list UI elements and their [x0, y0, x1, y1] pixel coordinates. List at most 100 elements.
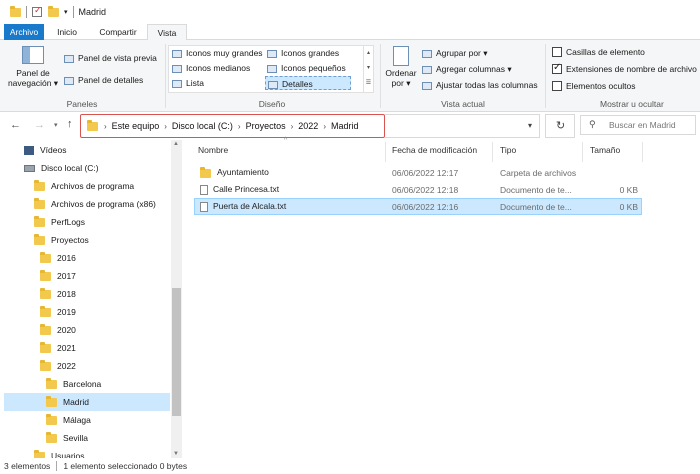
- column-header-tamano[interactable]: Tamaño: [590, 145, 620, 155]
- ribbon: Panel de navegación ▾ Panel de vista pre…: [0, 40, 700, 112]
- fit-columns-button[interactable]: Ajustar todas las columnas: [422, 80, 538, 90]
- folder-icon: [46, 377, 57, 389]
- address-dropdown-icon[interactable]: ▾: [528, 121, 532, 130]
- layout-large-icons[interactable]: Iconos grandes: [267, 48, 339, 58]
- sidebar-item-2022[interactable]: 2022: [40, 357, 76, 375]
- folder-icon: [40, 359, 51, 371]
- ribbon-tabs: Archivo Inicio Compartir Vista: [0, 24, 700, 41]
- properties-icon[interactable]: ✓: [32, 5, 42, 17]
- quick-access-dropdown-icon[interactable]: ▾: [64, 8, 68, 16]
- video-icon: [24, 145, 34, 155]
- sort-by-icon: [393, 46, 409, 66]
- table-row-selected[interactable]: Puerta de Alcala.txt 06/06/2022 12:16 Do…: [194, 198, 642, 215]
- group-by-icon: [422, 49, 432, 58]
- add-columns-button[interactable]: Agregar columnas ▾: [422, 64, 512, 75]
- file-extensions-label: Extensiones de nombre de archivo: [566, 64, 697, 74]
- item-checkboxes-checkbox[interactable]: [552, 47, 562, 57]
- sidebar-item-usuarios[interactable]: Usuarios: [34, 447, 85, 458]
- sidebar-item-archivos-programa[interactable]: Archivos de programa: [34, 177, 134, 195]
- sidebar-item-videos[interactable]: Vídeos: [24, 141, 66, 159]
- layout-medium-icons[interactable]: Iconos medianos: [172, 63, 250, 73]
- large-icons-icon: [267, 49, 277, 58]
- breadcrumb-madrid[interactable]: Madrid: [331, 121, 359, 131]
- breadcrumb-disco-local[interactable]: Disco local (C:): [172, 121, 233, 131]
- layout-details[interactable]: Detalles: [265, 76, 351, 90]
- folder-icon: [10, 5, 21, 17]
- breadcrumb-este-equipo[interactable]: Este equipo: [112, 121, 160, 131]
- column-header-fecha[interactable]: Fecha de modificación: [392, 145, 477, 155]
- breadcrumb-2022[interactable]: 2022: [298, 121, 318, 131]
- column-header-tipo[interactable]: Tipo: [500, 145, 516, 155]
- status-item-count: 3 elementos: [4, 461, 51, 471]
- search-box[interactable]: ⚲ Buscar en Madrid: [580, 115, 696, 135]
- preview-pane-button[interactable]: Panel de vista previa: [64, 53, 157, 63]
- up-arrow-icon[interactable]: ↑: [67, 118, 73, 130]
- tab-archivo[interactable]: Archivo: [4, 24, 44, 40]
- breadcrumb[interactable]: › Este equipo › Disco local (C:) › Proye…: [80, 114, 385, 138]
- hidden-items-checkbox[interactable]: [552, 81, 562, 91]
- navigation-pane-label-1: Panel de: [16, 68, 50, 78]
- sidebar-item-2017[interactable]: 2017: [40, 267, 76, 285]
- back-arrow-icon[interactable]: ←: [10, 119, 21, 131]
- chevron-right-icon: ›: [323, 121, 326, 131]
- address-bar-extension[interactable]: [385, 114, 540, 138]
- table-row[interactable]: Calle Princesa.txt 06/06/2022 12:18 Docu…: [194, 181, 642, 198]
- sidebar-item-barcelona[interactable]: Barcelona: [46, 375, 101, 393]
- search-input[interactable]: Buscar en Madrid: [609, 120, 676, 130]
- forward-arrow-icon[interactable]: →: [34, 119, 45, 131]
- breadcrumb-proyectos[interactable]: Proyectos: [246, 121, 286, 131]
- details-icon: [268, 80, 278, 89]
- sidebar-item-2018[interactable]: 2018: [40, 285, 76, 303]
- tab-compartir[interactable]: Compartir: [92, 24, 144, 40]
- sidebar-item-malaga[interactable]: Málaga: [46, 411, 91, 429]
- navigation-pane-icon: [22, 46, 44, 64]
- details-pane-button[interactable]: Panel de detalles: [64, 75, 143, 85]
- navigation-pane-button[interactable]: Panel de navegación ▾: [6, 44, 60, 96]
- sidebar-item-2019[interactable]: 2019: [40, 303, 76, 321]
- file-name-cell: Calle Princesa.txt: [200, 184, 279, 195]
- sidebar-item-archivos-programa-x86[interactable]: Archivos de programa (x86): [34, 195, 156, 213]
- layout-very-large-icons[interactable]: Iconos muy grandes: [172, 48, 263, 58]
- status-bar: 3 elementos 1 elemento seleccionado 0 by…: [0, 458, 700, 474]
- refresh-icon: ↻: [556, 120, 566, 132]
- status-selection: 1 elemento seleccionado 0 bytes: [63, 461, 188, 471]
- scroll-up-icon[interactable]: ▲: [173, 141, 179, 147]
- recent-locations-icon[interactable]: ▾: [54, 121, 58, 129]
- layout-gallery: Iconos muy grandes Iconos grandes Iconos…: [168, 45, 374, 93]
- sidebar-item-proyectos[interactable]: Proyectos: [34, 231, 89, 249]
- sidebar-item-2016[interactable]: 2016: [40, 249, 76, 267]
- group-label-paneles: Paneles: [66, 99, 98, 109]
- folder-icon: [40, 287, 51, 299]
- scroll-down-icon[interactable]: ▼: [173, 451, 179, 457]
- table-row[interactable]: Ayuntamiento 06/06/2022 12:17 Carpeta de…: [194, 164, 642, 181]
- group-label-mostrar: Mostrar u ocultar: [600, 99, 664, 109]
- column-header-nombre[interactable]: Nombre: [198, 145, 228, 155]
- folder-icon: [34, 179, 45, 191]
- layout-list[interactable]: Lista: [172, 78, 204, 88]
- navigation-pane: Vídeos Disco local (C:) Archivos de prog…: [0, 140, 182, 458]
- layout-scroll[interactable]: ▴ ▾ ☰: [363, 46, 373, 92]
- sort-by-label-1: Ordenar: [385, 68, 417, 78]
- sidebar-item-2021[interactable]: 2021: [40, 339, 76, 357]
- new-folder-icon[interactable]: [48, 5, 59, 17]
- sort-by-button[interactable]: Ordenar por ▾: [384, 44, 418, 96]
- sidebar-item-sevilla[interactable]: Sevilla: [46, 429, 88, 447]
- fit-columns-icon: [422, 81, 432, 90]
- tab-inicio[interactable]: Inicio: [48, 24, 86, 40]
- chevron-right-icon: ›: [164, 121, 167, 131]
- folder-icon: [40, 269, 51, 281]
- sidebar-item-2020[interactable]: 2020: [40, 321, 76, 339]
- layout-small-icons[interactable]: Iconos pequeños: [267, 63, 346, 73]
- item-checkboxes-label: Casillas de elemento: [566, 47, 645, 57]
- tab-vista[interactable]: Vista: [147, 24, 187, 41]
- title-bar: ✓ ▾ Madrid: [0, 0, 700, 24]
- sidebar-item-madrid[interactable]: Madrid: [4, 393, 170, 411]
- file-extensions-checkbox[interactable]: [552, 62, 562, 74]
- sidebar-item-perflogs[interactable]: PerfLogs: [34, 213, 85, 231]
- refresh-button[interactable]: ↻: [545, 114, 575, 138]
- sidebar-item-disco-local[interactable]: Disco local (C:): [24, 159, 99, 177]
- text-file-icon: [200, 184, 208, 195]
- sidebar-scrollbar-thumb[interactable]: [172, 288, 181, 416]
- preview-pane-icon: [64, 54, 74, 63]
- group-by-button[interactable]: Agrupar por ▾: [422, 48, 488, 59]
